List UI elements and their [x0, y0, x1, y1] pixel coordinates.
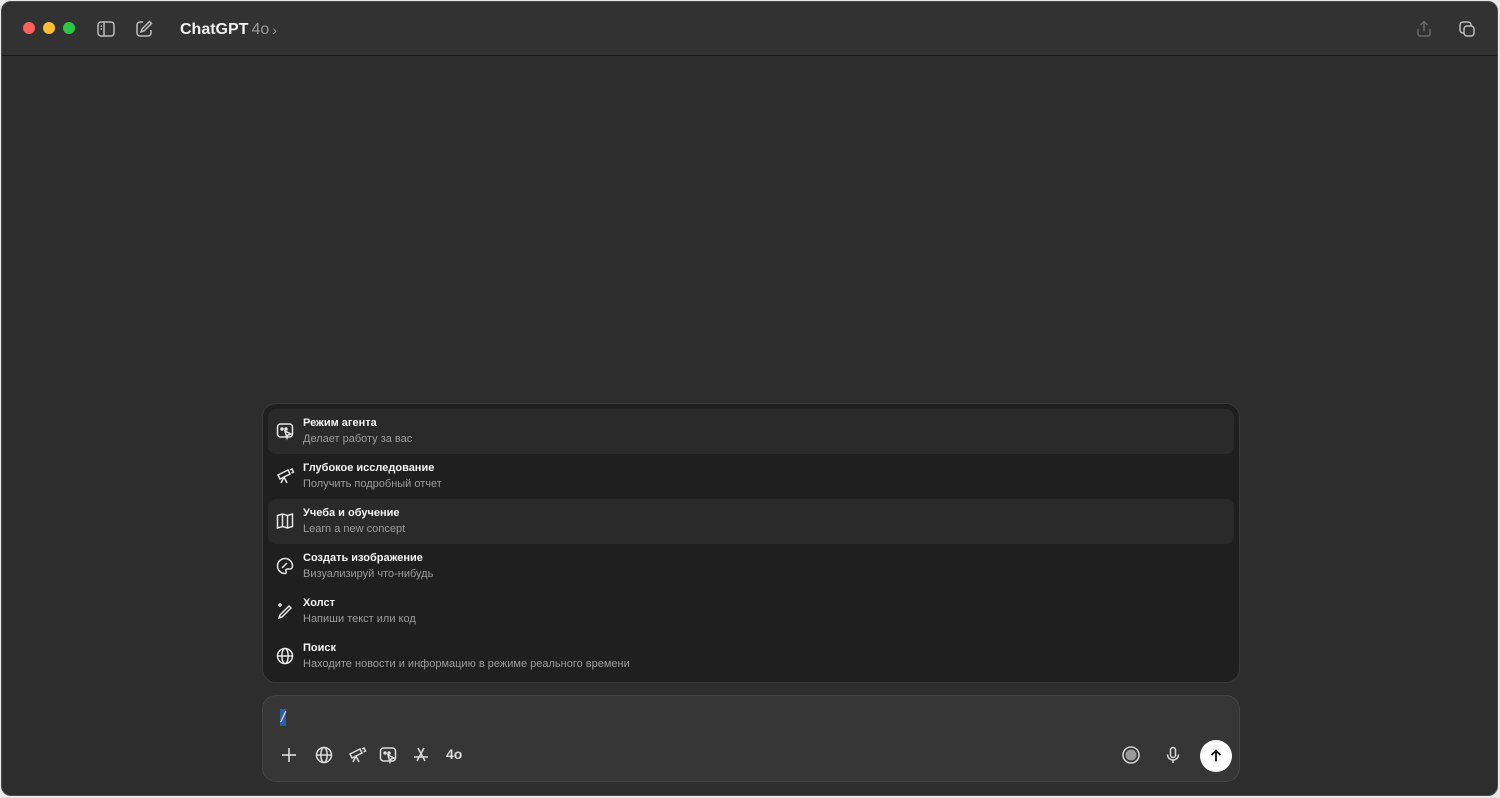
model-version: 4o: [251, 21, 270, 38]
menu-item-title: Глубокое исследование: [303, 462, 435, 474]
agent-icon[interactable]: [377, 744, 399, 766]
send-button[interactable]: [1200, 740, 1232, 772]
app-name: ChatGPT: [180, 21, 249, 38]
menu-item-title: Создать изображение: [303, 552, 423, 564]
menu-item-deep-research[interactable]: Глубокое исследование Получить подробный…: [268, 454, 1234, 499]
menu-item-subtitle: Напиши текст или код: [303, 613, 416, 625]
sidebar-toggle-icon[interactable]: [95, 18, 117, 40]
globe-icon: [275, 646, 295, 666]
globe-icon[interactable]: [313, 744, 335, 766]
menu-item-subtitle: Получить подробный отчет: [303, 478, 442, 490]
model-selector[interactable]: 4o: [446, 746, 462, 762]
app-window: ChatGPT 4o › Режим агента Делает работу …: [1, 1, 1498, 796]
arrow-up-icon: [1210, 749, 1222, 762]
menu-item-title: Режим агента: [303, 417, 377, 429]
menu-item-title: Холст: [303, 597, 335, 609]
menu-item-subtitle: Делает работу за вас: [303, 433, 413, 445]
menu-item-search[interactable]: Поиск Находите новости и информацию в ре…: [268, 634, 1234, 679]
menu-item-study[interactable]: Учеба и обучение Learn a new concept: [268, 499, 1234, 544]
microphone-icon[interactable]: [1162, 744, 1184, 766]
menu-item-subtitle: Визуализируй что-нибудь: [303, 568, 434, 580]
message-composer: / 4o: [262, 695, 1240, 782]
new-chat-icon[interactable]: [133, 18, 155, 40]
voice-mode-icon[interactable]: [1120, 744, 1142, 766]
plus-icon[interactable]: [278, 744, 300, 766]
palette-icon: [275, 556, 295, 576]
maximize-window-button[interactable]: [63, 22, 75, 34]
menu-item-title: Учеба и обучение: [303, 507, 400, 519]
share-icon[interactable]: [1413, 18, 1435, 40]
menu-item-create-image[interactable]: Создать изображение Визуализируй что-ниб…: [268, 544, 1234, 589]
close-window-button[interactable]: [23, 22, 35, 34]
menu-item-agent-mode[interactable]: Режим агента Делает работу за вас: [268, 409, 1234, 454]
menu-item-title: Поиск: [303, 642, 337, 654]
input-value: /: [280, 709, 287, 726]
menu-item-subtitle: Learn a new concept: [303, 523, 406, 535]
book-icon: [275, 511, 295, 531]
app-store-icon[interactable]: [410, 744, 432, 766]
telescope-icon[interactable]: [346, 744, 368, 766]
message-input[interactable]: /: [280, 709, 287, 726]
minimize-window-button[interactable]: [43, 22, 55, 34]
title-bar: ChatGPT 4o ›: [2, 2, 1497, 56]
slash-command-menu: Режим агента Делает работу за вас Глубок…: [262, 403, 1240, 683]
pencil-sparkle-icon: [275, 601, 295, 621]
agent-icon: [275, 421, 295, 441]
copy-window-icon[interactable]: [1456, 18, 1478, 40]
menu-item-canvas[interactable]: Холст Напиши текст или код: [268, 589, 1234, 634]
chevron-right-icon: ›: [272, 22, 277, 38]
menu-item-subtitle: Находите новости и информацию в режиме р…: [303, 658, 630, 670]
telescope-icon: [275, 466, 295, 486]
model-switcher[interactable]: ChatGPT 4o ›: [180, 19, 277, 41]
